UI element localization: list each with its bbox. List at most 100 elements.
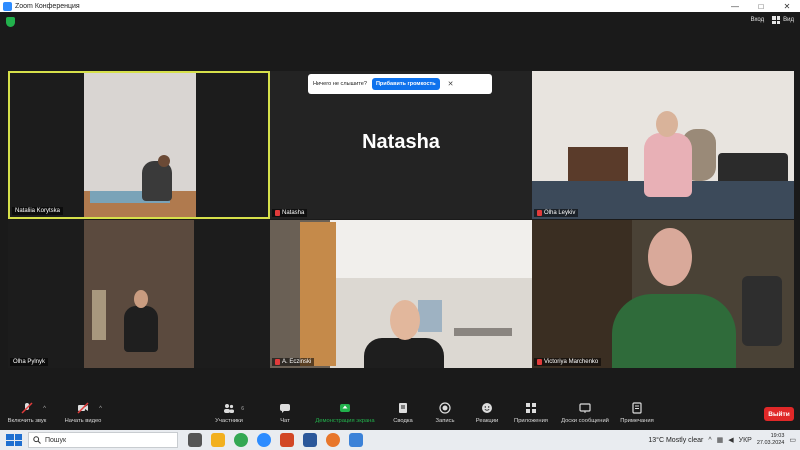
notes-icon — [631, 402, 643, 414]
summary-label: Сводка — [393, 418, 413, 424]
task-view-icon[interactable] — [188, 433, 202, 447]
start-video-button[interactable]: Начать видео ^ — [58, 402, 108, 424]
participants-icon — [223, 402, 235, 414]
participants-label: Участники — [215, 418, 243, 424]
increase-volume-button[interactable]: Прибавить громкость — [371, 78, 440, 90]
taskbar-apps — [188, 433, 363, 447]
notes-button[interactable]: Примечания — [612, 402, 662, 424]
reactions-label: Реакции — [475, 418, 499, 424]
muted-mic-icon — [275, 359, 280, 365]
search-icon — [33, 431, 41, 449]
view-label: Вид — [783, 17, 794, 23]
close-window-button[interactable]: ✕ — [774, 0, 800, 12]
document-icon — [397, 402, 409, 414]
windows-start-icon[interactable] — [6, 434, 22, 446]
window-controls: — □ ✕ — [722, 0, 800, 12]
record-label: Запись — [435, 418, 455, 424]
video-tile-nataliia[interactable]: Nataliia Korytska — [8, 71, 270, 219]
security-shield-icon[interactable] — [6, 17, 15, 27]
window-title: Zoom Конференция — [15, 2, 80, 10]
meeting-top-bar: Вход Вид — [0, 12, 800, 32]
taskbar-search[interactable]: Пошук — [28, 432, 178, 448]
system-tray: 13°C Mostly clear ^ ▦ ◀ УКР 19:03 27.03.… — [648, 430, 800, 450]
grid-view-icon — [772, 16, 781, 24]
chevron-up-icon[interactable]: ^ — [99, 406, 102, 412]
chrome-icon[interactable] — [234, 433, 248, 447]
reactions-button[interactable]: Реакции — [462, 402, 512, 424]
name-tag: Victoriya Marchenko — [534, 358, 602, 366]
participant-name: Victoriya Marchenko — [544, 359, 599, 365]
person-head — [390, 300, 420, 340]
audio-notice-banner: Ничего не слышите? Прибавить громкость ✕ — [308, 74, 492, 94]
video-tile-victoriya[interactable]: Victoriya Marchenko — [532, 220, 794, 368]
firefox-icon[interactable] — [326, 433, 340, 447]
file-explorer-icon[interactable] — [211, 433, 225, 447]
share-screen-button[interactable]: Демонстрация экрана — [315, 402, 375, 424]
meeting-toolbar: Включить звук ^ Начать видео ^ Участники… — [0, 400, 800, 430]
person-figure — [364, 338, 444, 368]
muted-mic-icon — [275, 210, 280, 216]
person-figure — [644, 133, 692, 197]
unmute-label: Включить звук — [7, 418, 47, 424]
video-off-icon — [77, 402, 89, 414]
name-tag: Olha Pylnyk — [10, 358, 49, 366]
clock-time: 19:03 — [770, 433, 785, 439]
close-icon[interactable]: ✕ — [448, 80, 454, 88]
muted-mic-icon — [537, 359, 542, 365]
network-icon[interactable]: ▦ — [717, 436, 724, 444]
apps-grid-icon — [525, 402, 537, 414]
unmute-button[interactable]: Включить звук ^ — [2, 402, 52, 424]
mic-muted-icon — [21, 402, 33, 414]
window-frame — [92, 290, 106, 340]
zoom-icon[interactable] — [257, 433, 271, 447]
person-figure — [142, 161, 172, 201]
word-icon[interactable] — [303, 433, 317, 447]
muted-mic-icon — [537, 210, 542, 216]
person-head — [648, 228, 692, 286]
whiteboards-button[interactable]: Доски сообщений — [560, 402, 610, 424]
chevron-up-icon[interactable]: ^ — [43, 406, 46, 412]
zoom-window: Zoom Конференция — □ ✕ Вход Вид Nataliia… — [0, 0, 800, 450]
chat-button[interactable]: Чат — [260, 402, 310, 424]
audio-notice-text: Ничего не слышите? — [313, 81, 367, 87]
video-tile-olha-leykiv[interactable]: Olha Leykiv — [532, 71, 794, 219]
maximize-button[interactable]: □ — [748, 0, 774, 12]
table — [454, 328, 512, 336]
clock[interactable]: 19:03 27.03.2024 — [757, 433, 785, 447]
whiteboards-label: Доски сообщений — [561, 418, 609, 424]
participant-name: Olha Leykiv — [544, 210, 576, 216]
participant-name: Nataliia Korytska — [15, 208, 61, 214]
name-tag: Olha Leykiv — [534, 209, 579, 217]
notification-icon[interactable]: ▭ — [789, 436, 796, 444]
whiteboard-icon — [579, 402, 591, 414]
name-tag: Nataliia Korytska — [12, 207, 64, 215]
participant-name: A. Eczinski — [282, 359, 312, 365]
apps-label: Приложения — [514, 418, 548, 424]
language-indicator[interactable]: УКР — [739, 437, 752, 444]
room-wall — [84, 73, 196, 191]
weather-widget[interactable]: 13°C Mostly clear — [648, 437, 703, 444]
participants-button[interactable]: Участники 6 — [204, 402, 254, 424]
person-figure — [124, 306, 158, 352]
participants-count: 6 — [241, 406, 244, 412]
share-screen-label: Демонстрация экрана — [315, 418, 375, 424]
enter-label: Вход — [750, 17, 765, 23]
powerpoint-icon[interactable] — [280, 433, 294, 447]
notes-label: Примечания — [620, 418, 654, 424]
enter-button[interactable]: Вход — [751, 17, 765, 23]
zoom-app-icon — [3, 1, 12, 11]
video-tile-olha-pylnyk[interactable]: Olha Pylnyk — [8, 220, 270, 368]
person-head — [158, 155, 170, 167]
leave-button[interactable]: Выйти — [764, 407, 794, 421]
video-tile-eczinski[interactable]: A. Eczinski — [270, 220, 532, 368]
volume-icon[interactable]: ◀ — [728, 436, 733, 444]
participant-name: Olha Pylnyk — [13, 359, 46, 365]
minimize-button[interactable]: — — [722, 0, 748, 12]
person-head — [134, 290, 148, 308]
smiley-icon — [481, 402, 493, 414]
chevron-up-icon[interactable]: ^ — [708, 437, 711, 444]
shield-app-icon[interactable] — [349, 433, 363, 447]
view-button[interactable]: Вид — [772, 16, 794, 24]
apps-button[interactable]: Приложения — [506, 402, 556, 424]
person-figure — [612, 294, 736, 368]
